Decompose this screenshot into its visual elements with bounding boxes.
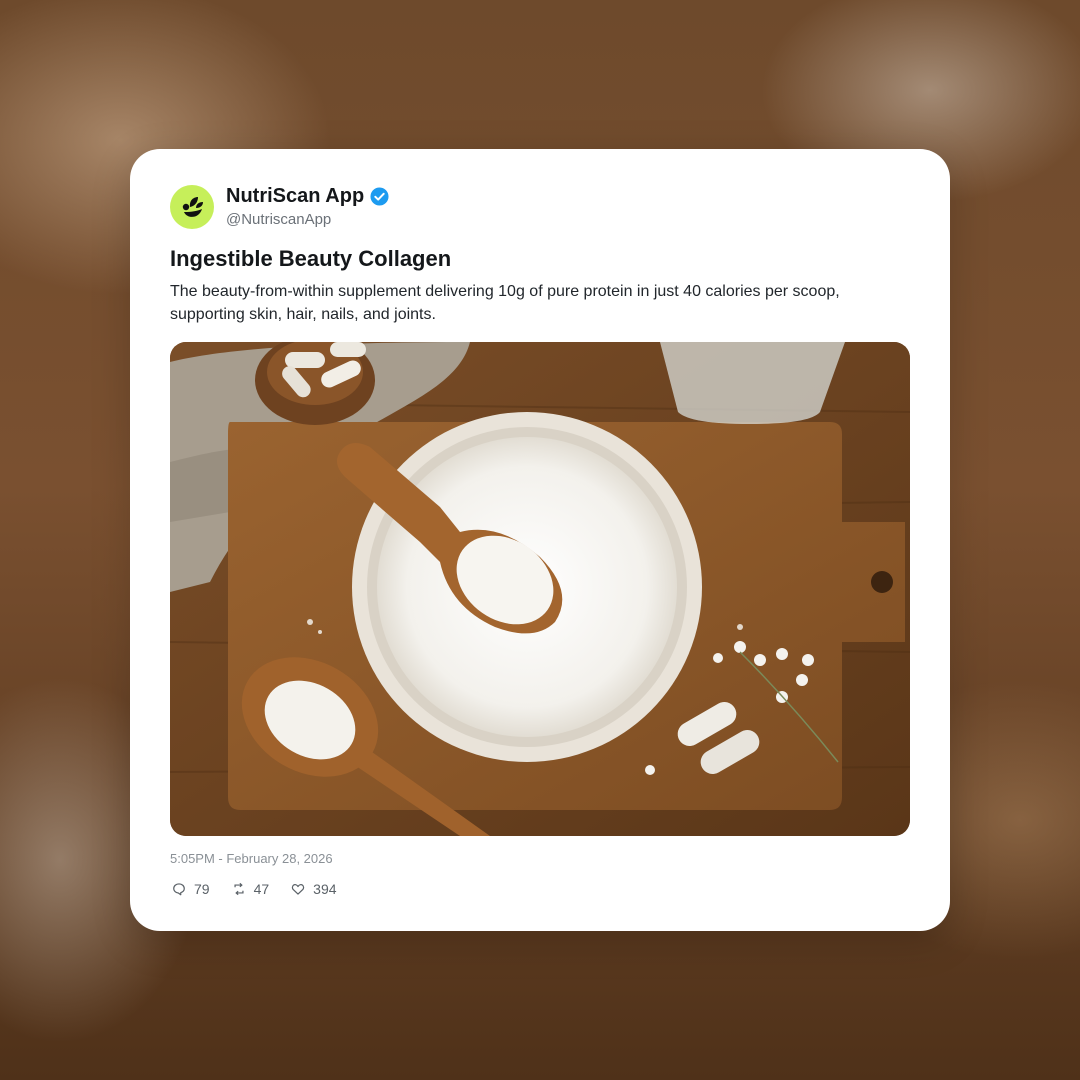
heart-icon (291, 884, 305, 895)
verified-badge-icon (370, 187, 389, 206)
like-count: 394 (313, 881, 337, 897)
avatar[interactable] (170, 185, 214, 229)
repost-icon (234, 882, 244, 896)
author-name[interactable]: NutriScan App (226, 185, 364, 208)
repost-button[interactable]: 47 (232, 881, 270, 897)
like-button[interactable]: 394 (291, 881, 337, 897)
post-body: The beauty-from-within supplement delive… (170, 283, 840, 323)
post-title: Ingestible Beauty Collagen (170, 246, 452, 271)
author-row: NutriScan App (226, 185, 389, 208)
post-card: NutriScan App @NutriscanApp Ingestible B… (130, 149, 950, 931)
post-timestamp[interactable]: 5:05PM - February 28, 2026 (170, 851, 333, 866)
reply-count: 79 (194, 881, 210, 897)
author-handle[interactable]: @NutriscanApp (226, 211, 331, 228)
engagement-bar: 79 47 394 (172, 881, 359, 897)
repost-count: 47 (253, 881, 270, 897)
reply-button[interactable]: 79 (172, 881, 210, 897)
post-image[interactable] (170, 342, 910, 836)
reply-icon (173, 883, 185, 896)
leaf-logo-icon (182, 197, 203, 217)
